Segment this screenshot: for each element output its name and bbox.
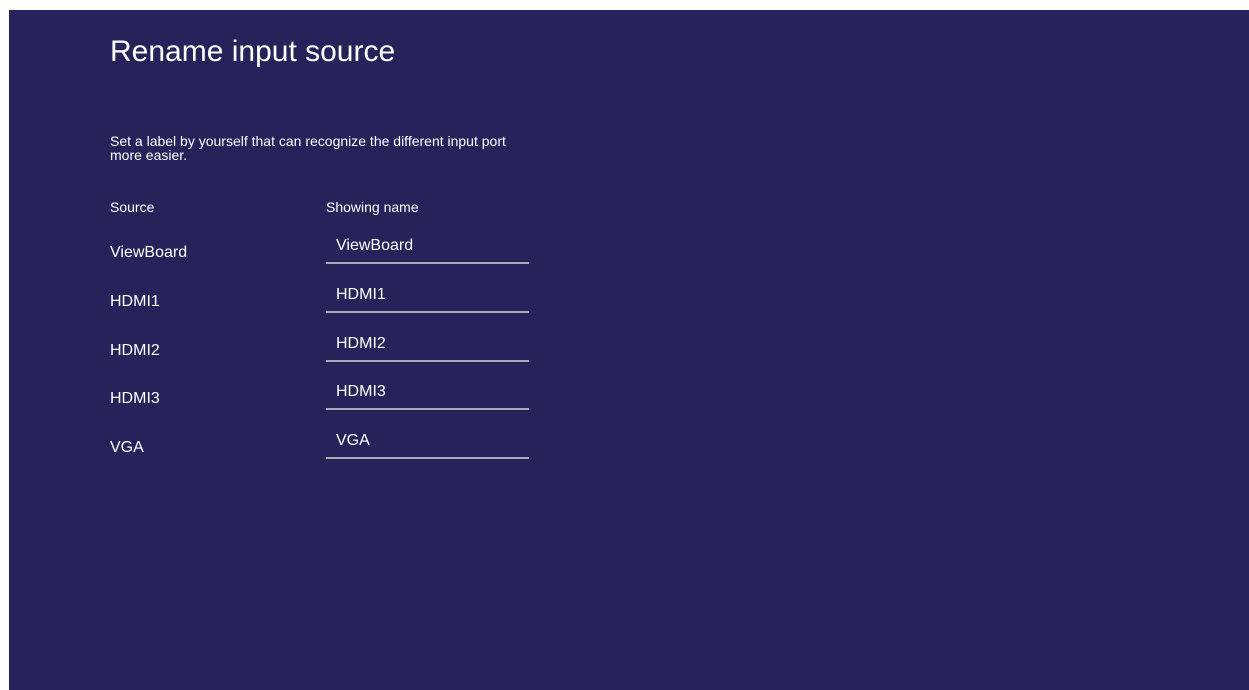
showing-name-input-vga[interactable] — [326, 425, 529, 459]
source-label: ViewBoard — [110, 244, 188, 261]
page-title: Rename input source — [110, 35, 396, 68]
settings-panel: Rename input source Set a label by yours… — [9, 10, 1249, 690]
source-row-hdmi2: HDMI2 — [9, 328, 1249, 377]
showing-name-input-viewboard[interactable] — [326, 230, 529, 264]
source-label: HDMI3 — [110, 390, 160, 407]
source-label: HDMI2 — [110, 342, 160, 359]
source-row-vga: VGA — [9, 425, 1249, 474]
showing-name-input-hdmi1[interactable] — [326, 279, 529, 313]
source-row-viewboard: ViewBoard — [9, 230, 1249, 279]
source-column-header: Source — [110, 199, 155, 215]
source-label: VGA — [110, 439, 144, 456]
source-label: HDMI1 — [110, 293, 160, 310]
showing-name-input-hdmi2[interactable] — [326, 328, 529, 362]
showing-name-column-header: Showing name — [326, 199, 419, 215]
page-description: Set a label by yourself that can recogni… — [110, 133, 506, 163]
showing-name-input-hdmi3[interactable] — [326, 376, 529, 410]
source-row-hdmi1: HDMI1 — [9, 279, 1249, 328]
source-row-hdmi3: HDMI3 — [9, 376, 1249, 425]
